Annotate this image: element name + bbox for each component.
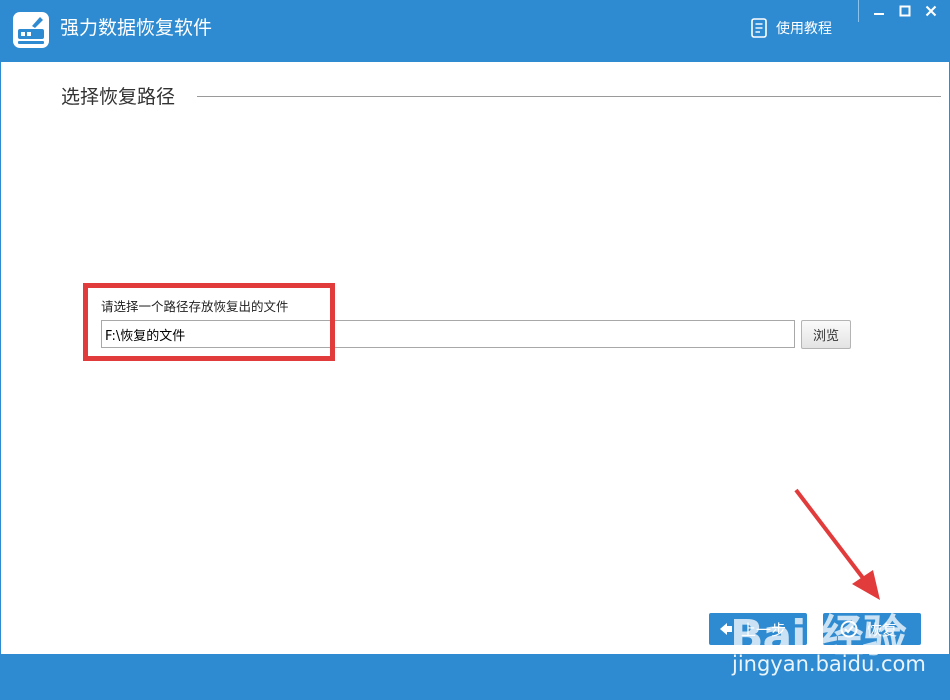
browse-button[interactable]: 浏览 bbox=[801, 320, 851, 349]
app-logo-icon bbox=[13, 12, 49, 48]
bottom-bar bbox=[0, 654, 950, 700]
previous-step-label: 上一步 bbox=[741, 620, 787, 639]
minimize-icon bbox=[874, 13, 884, 15]
minimize-button[interactable] bbox=[866, 0, 892, 22]
maximize-button[interactable] bbox=[892, 0, 918, 22]
main-panel: 选择恢复路径 请选择一个路径存放恢复出的文件 浏览 上一步 恢复 bbox=[0, 62, 950, 654]
recover-label: 恢复 bbox=[867, 620, 898, 639]
path-input[interactable] bbox=[101, 320, 795, 348]
maximize-icon bbox=[899, 5, 911, 17]
window-controls-divider bbox=[858, 0, 859, 22]
title-bar: 强力数据恢复软件 使用教程 bbox=[0, 0, 950, 62]
book-icon bbox=[751, 18, 767, 38]
app-title: 强力数据恢复软件 bbox=[60, 17, 213, 39]
section-divider bbox=[197, 96, 941, 97]
path-label: 请选择一个路径存放恢复出的文件 bbox=[101, 299, 289, 314]
section-title: 选择恢复路径 bbox=[61, 86, 176, 108]
tutorial-label: 使用教程 bbox=[776, 21, 832, 37]
recover-button[interactable]: 恢复 bbox=[823, 613, 921, 645]
previous-step-button[interactable]: 上一步 bbox=[709, 613, 807, 645]
arrow-left-icon bbox=[720, 623, 732, 635]
tutorial-link[interactable]: 使用教程 bbox=[750, 16, 832, 40]
recover-icon bbox=[840, 620, 858, 638]
close-button[interactable] bbox=[918, 0, 944, 22]
close-icon bbox=[925, 5, 937, 17]
